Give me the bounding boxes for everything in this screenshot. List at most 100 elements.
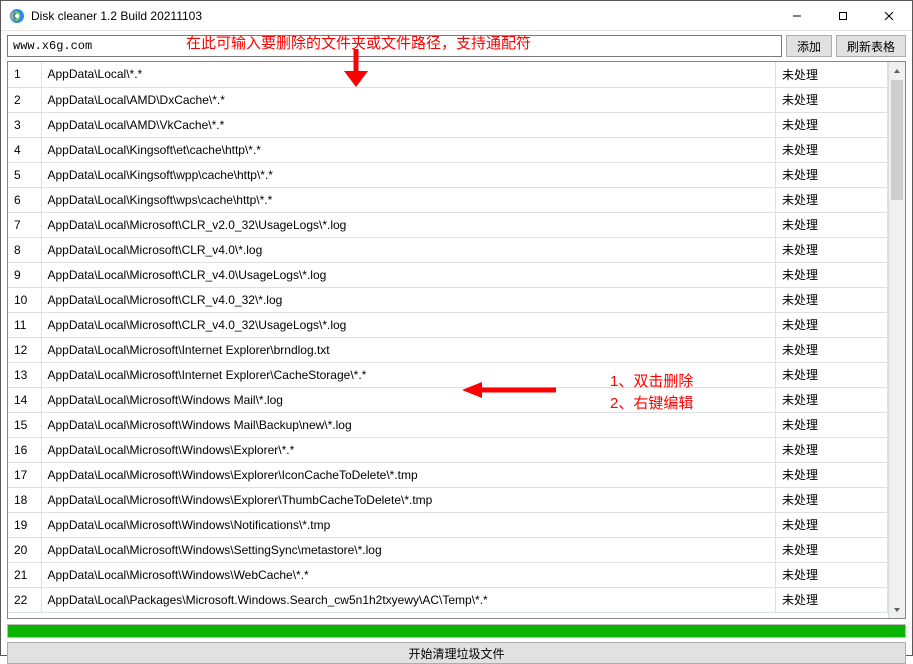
row-path: AppData\Local\Microsoft\Windows Mail\*.l… xyxy=(41,387,776,412)
table-row[interactable]: 10AppData\Local\Microsoft\CLR_v4.0_32\*.… xyxy=(8,287,888,312)
row-number: 7 xyxy=(8,212,41,237)
row-status: 未处理 xyxy=(776,437,888,462)
row-status: 未处理 xyxy=(776,137,888,162)
progress-fill xyxy=(8,625,905,637)
row-path: AppData\Local\Microsoft\CLR_v4.0_32\*.lo… xyxy=(41,287,776,312)
table-row[interactable]: 20AppData\Local\Microsoft\Windows\Settin… xyxy=(8,537,888,562)
row-status: 未处理 xyxy=(776,337,888,362)
row-path: AppData\Local\*.* xyxy=(41,62,776,87)
row-path: AppData\Local\Microsoft\Windows\Notifica… xyxy=(41,512,776,537)
row-number: 16 xyxy=(8,437,41,462)
table-row[interactable]: 6AppData\Local\Kingsoft\wps\cache\http\*… xyxy=(8,187,888,212)
row-status: 未处理 xyxy=(776,387,888,412)
table-row[interactable]: 16AppData\Local\Microsoft\Windows\Explor… xyxy=(8,437,888,462)
toolbar: 添加 刷新表格 xyxy=(1,31,912,61)
table-row[interactable]: 17AppData\Local\Microsoft\Windows\Explor… xyxy=(8,462,888,487)
row-status: 未处理 xyxy=(776,562,888,587)
table-row[interactable]: 12AppData\Local\Microsoft\Internet Explo… xyxy=(8,337,888,362)
path-grid: 1AppData\Local\*.*未处理2AppData\Local\AMD\… xyxy=(7,61,906,619)
row-path: AppData\Local\Microsoft\Internet Explore… xyxy=(41,362,776,387)
row-path: AppData\Local\Microsoft\CLR_v2.0_32\Usag… xyxy=(41,212,776,237)
row-path: AppData\Local\Microsoft\CLR_v4.0\*.log xyxy=(41,237,776,262)
row-status: 未处理 xyxy=(776,112,888,137)
row-number: 6 xyxy=(8,187,41,212)
table-row[interactable]: 11AppData\Local\Microsoft\CLR_v4.0_32\Us… xyxy=(8,312,888,337)
row-path: AppData\Local\Microsoft\Windows Mail\Bac… xyxy=(41,412,776,437)
titlebar: Disk cleaner 1.2 Build 20211103 xyxy=(1,1,912,31)
row-number: 13 xyxy=(8,362,41,387)
row-number: 18 xyxy=(8,487,41,512)
progress-bar xyxy=(7,624,906,638)
row-status: 未处理 xyxy=(776,187,888,212)
row-number: 15 xyxy=(8,412,41,437)
row-path: AppData\Local\Packages\Microsoft.Windows… xyxy=(41,587,776,612)
row-path: AppData\Local\Microsoft\CLR_v4.0_32\Usag… xyxy=(41,312,776,337)
row-status: 未处理 xyxy=(776,412,888,437)
row-number: 21 xyxy=(8,562,41,587)
minimize-button[interactable] xyxy=(774,1,820,30)
row-number: 3 xyxy=(8,112,41,137)
row-status: 未处理 xyxy=(776,62,888,87)
row-status: 未处理 xyxy=(776,262,888,287)
row-status: 未处理 xyxy=(776,287,888,312)
table-row[interactable]: 18AppData\Local\Microsoft\Windows\Explor… xyxy=(8,487,888,512)
row-number: 20 xyxy=(8,537,41,562)
row-status: 未处理 xyxy=(776,362,888,387)
row-path: AppData\Local\Kingsoft\wpp\cache\http\*.… xyxy=(41,162,776,187)
row-path: AppData\Local\Kingsoft\wps\cache\http\*.… xyxy=(41,187,776,212)
table-row[interactable]: 2AppData\Local\AMD\DxCache\*.*未处理 xyxy=(8,87,888,112)
table-row[interactable]: 13AppData\Local\Microsoft\Internet Explo… xyxy=(8,362,888,387)
table-row[interactable]: 22AppData\Local\Packages\Microsoft.Windo… xyxy=(8,587,888,612)
window-title: Disk cleaner 1.2 Build 20211103 xyxy=(31,9,774,23)
row-status: 未处理 xyxy=(776,162,888,187)
row-number: 9 xyxy=(8,262,41,287)
start-clean-button[interactable]: 开始清理垃圾文件 xyxy=(7,642,906,664)
row-number: 11 xyxy=(8,312,41,337)
row-number: 10 xyxy=(8,287,41,312)
row-path: AppData\Local\Kingsoft\et\cache\http\*.* xyxy=(41,137,776,162)
add-button[interactable]: 添加 xyxy=(786,35,832,57)
row-path: AppData\Local\Microsoft\Windows\Explorer… xyxy=(41,487,776,512)
row-path: AppData\Local\AMD\VkCache\*.* xyxy=(41,112,776,137)
row-number: 22 xyxy=(8,587,41,612)
path-input[interactable] xyxy=(7,35,782,57)
window-buttons xyxy=(774,1,912,30)
close-button[interactable] xyxy=(866,1,912,30)
table-row[interactable]: 21AppData\Local\Microsoft\Windows\WebCac… xyxy=(8,562,888,587)
table-row[interactable]: 19AppData\Local\Microsoft\Windows\Notifi… xyxy=(8,512,888,537)
row-path: AppData\Local\Microsoft\CLR_v4.0\UsageLo… xyxy=(41,262,776,287)
app-icon xyxy=(9,8,25,24)
scroll-down-icon[interactable] xyxy=(889,601,905,618)
row-status: 未处理 xyxy=(776,512,888,537)
row-number: 12 xyxy=(8,337,41,362)
row-status: 未处理 xyxy=(776,312,888,337)
row-status: 未处理 xyxy=(776,462,888,487)
scroll-up-icon[interactable] xyxy=(889,62,905,79)
row-number: 8 xyxy=(8,237,41,262)
table-row[interactable]: 7AppData\Local\Microsoft\CLR_v2.0_32\Usa… xyxy=(8,212,888,237)
row-number: 19 xyxy=(8,512,41,537)
row-path: AppData\Local\Microsoft\Windows\Explorer… xyxy=(41,437,776,462)
row-status: 未处理 xyxy=(776,87,888,112)
row-number: 4 xyxy=(8,137,41,162)
scrollbar-thumb[interactable] xyxy=(891,80,903,200)
table-row[interactable]: 4AppData\Local\Kingsoft\et\cache\http\*.… xyxy=(8,137,888,162)
row-path: AppData\Local\Microsoft\Windows\Explorer… xyxy=(41,462,776,487)
refresh-button[interactable]: 刷新表格 xyxy=(836,35,906,57)
table-row[interactable]: 8AppData\Local\Microsoft\CLR_v4.0\*.log未… xyxy=(8,237,888,262)
row-path: AppData\Local\AMD\DxCache\*.* xyxy=(41,87,776,112)
path-table: 1AppData\Local\*.*未处理2AppData\Local\AMD\… xyxy=(8,62,888,613)
vertical-scrollbar[interactable] xyxy=(888,62,905,618)
table-row[interactable]: 1AppData\Local\*.*未处理 xyxy=(8,62,888,87)
table-row[interactable]: 3AppData\Local\AMD\VkCache\*.*未处理 xyxy=(8,112,888,137)
table-row[interactable]: 5AppData\Local\Kingsoft\wpp\cache\http\*… xyxy=(8,162,888,187)
table-row[interactable]: 14AppData\Local\Microsoft\Windows Mail\*… xyxy=(8,387,888,412)
row-status: 未处理 xyxy=(776,587,888,612)
row-status: 未处理 xyxy=(776,487,888,512)
row-number: 5 xyxy=(8,162,41,187)
row-status: 未处理 xyxy=(776,212,888,237)
maximize-button[interactable] xyxy=(820,1,866,30)
table-row[interactable]: 9AppData\Local\Microsoft\CLR_v4.0\UsageL… xyxy=(8,262,888,287)
row-status: 未处理 xyxy=(776,537,888,562)
table-row[interactable]: 15AppData\Local\Microsoft\Windows Mail\B… xyxy=(8,412,888,437)
